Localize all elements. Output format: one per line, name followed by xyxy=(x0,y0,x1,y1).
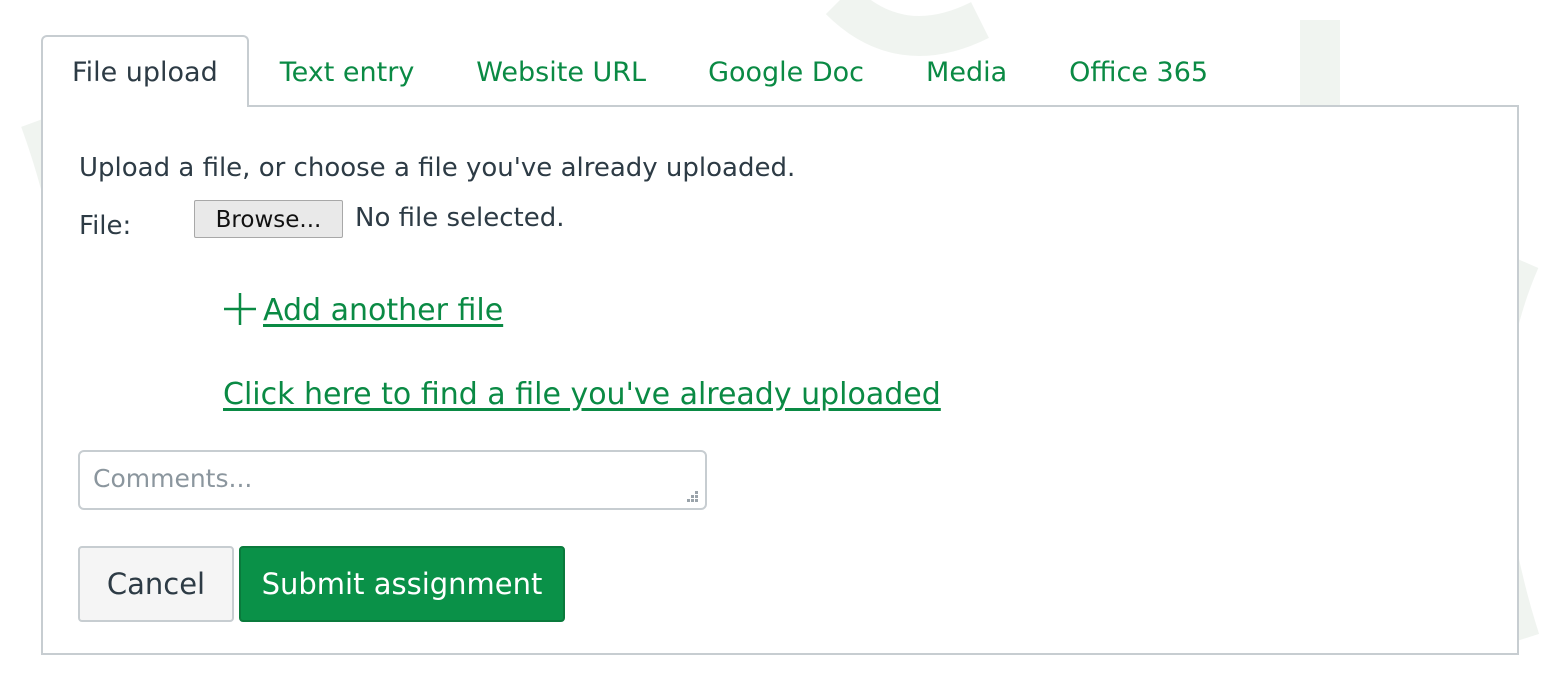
tab-google-doc[interactable]: Google Doc xyxy=(677,37,895,107)
browse-button[interactable]: Browse... xyxy=(194,200,343,238)
add-another-file-label: Add another file xyxy=(263,293,504,328)
resize-grip-icon[interactable] xyxy=(683,487,699,503)
tab-office-365[interactable]: Office 365 xyxy=(1038,37,1239,107)
tab-website-url[interactable]: Website URL xyxy=(445,37,677,107)
find-uploaded-file-link[interactable]: Click here to find a file you've already… xyxy=(223,377,941,412)
tab-text-entry[interactable]: Text entry xyxy=(249,37,446,107)
comments-textarea[interactable] xyxy=(78,450,707,510)
cancel-button[interactable]: Cancel xyxy=(78,546,234,622)
file-upload-panel: Upload a file, or choose a file you've a… xyxy=(41,105,1519,655)
tab-file-upload[interactable]: File upload xyxy=(41,35,249,107)
file-selection-status: No file selected. xyxy=(355,203,565,233)
add-another-file-link[interactable]: Add another file xyxy=(223,292,504,328)
file-label: File: xyxy=(79,211,132,241)
submission-type-tabs: File upload Text entry Website URL Googl… xyxy=(41,35,1239,107)
upload-instructions: Upload a file, or choose a file you've a… xyxy=(79,153,796,183)
submit-assignment-button[interactable]: Submit assignment xyxy=(239,546,565,622)
tab-media[interactable]: Media xyxy=(895,37,1038,107)
plus-icon xyxy=(223,292,257,326)
